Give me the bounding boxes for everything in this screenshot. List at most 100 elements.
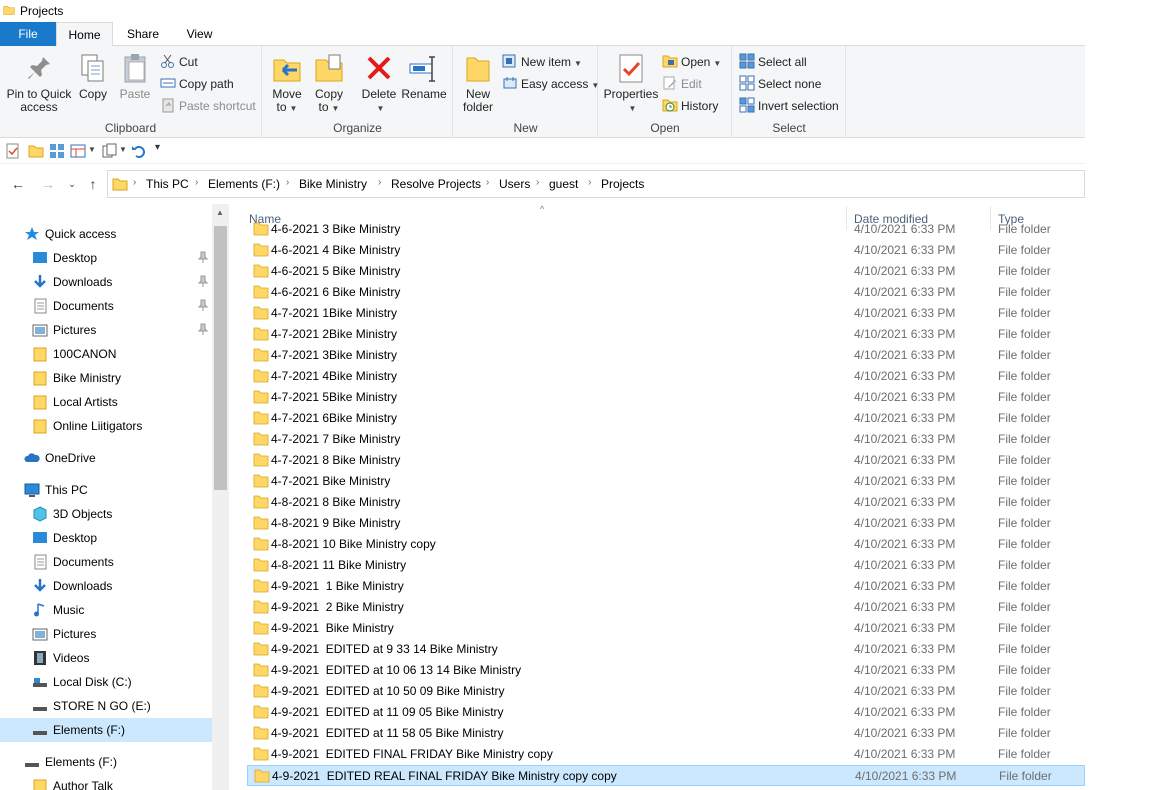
table-row[interactable]: 4-9-2021 EDITED at 9 33 14 Bike Ministry…: [247, 639, 1085, 660]
table-row[interactable]: 4-9-2021 EDITED at 11 58 05 Bike Ministr…: [247, 723, 1085, 744]
nav-elements-root[interactable]: Elements (F:): [0, 750, 212, 774]
table-row[interactable]: 4-7-2021 4Bike Ministry 4/10/2021 6:33 PM…: [247, 366, 1085, 387]
cut-button[interactable]: Cut: [160, 52, 198, 72]
nav-quick-access[interactable]: Quick access: [0, 222, 212, 246]
nav-pc-desktop[interactable]: Desktop: [0, 526, 212, 550]
nav-quick-documents[interactable]: Documents: [0, 294, 212, 318]
table-row[interactable]: 4-9-2021 2 Bike Ministry 4/10/2021 6:33 P…: [247, 597, 1085, 618]
undo-icon[interactable]: [131, 143, 147, 159]
tab-view[interactable]: View: [172, 22, 227, 46]
nav-quick-local-artists[interactable]: Local Artists: [0, 390, 212, 414]
nav-elements-author-talk[interactable]: Author Talk: [0, 774, 212, 790]
address-bar[interactable]: › This PC › Elements (F:) › Bike Ministr…: [107, 170, 1085, 198]
breadcrumb-separator-icon[interactable]: ›: [536, 177, 539, 188]
copy-path-button[interactable]: Copy path: [160, 74, 234, 94]
nav-quick-pictures[interactable]: Pictures: [0, 318, 212, 342]
pin-icon[interactable]: [198, 299, 208, 311]
table-row[interactable]: 4-7-2021 2Bike Ministry 4/10/2021 6:33 PM…: [247, 324, 1085, 345]
select-none-button[interactable]: Select none: [739, 74, 821, 94]
easy-access-button[interactable]: Easy access ▼: [502, 74, 599, 94]
table-row[interactable]: 4-9-2021 EDITED at 11 09 05 Bike Ministr…: [247, 702, 1085, 723]
nav-quick-online-litigators[interactable]: Online Liitigators: [0, 414, 212, 438]
table-row[interactable]: 4-7-2021 8 Bike Ministry 4/10/2021 6:33 P…: [247, 450, 1085, 471]
breadcrumb-this-pc[interactable]: This PC: [146, 177, 189, 191]
new-folder-icon[interactable]: [28, 143, 44, 159]
select-all-button[interactable]: Select all: [739, 52, 807, 72]
table-row[interactable]: 4-9-2021 1 Bike Ministry 4/10/2021 6:33 P…: [247, 576, 1085, 597]
breadcrumb-projects[interactable]: Projects: [601, 177, 644, 191]
tab-share[interactable]: Share: [115, 22, 171, 46]
layout-icon[interactable]: [70, 143, 86, 159]
copy-to-icon[interactable]: [102, 143, 118, 159]
nav-pc-elements[interactable]: Elements (F:): [0, 718, 212, 742]
paste-button[interactable]: Paste: [116, 52, 154, 101]
nav-quick-desktop[interactable]: Desktop: [0, 246, 212, 270]
breadcrumb-guest[interactable]: guest: [549, 177, 578, 191]
nav-pc-store-n-go[interactable]: STORE N GO (E:): [0, 694, 212, 718]
nav-pc-downloads[interactable]: Downloads: [0, 574, 212, 598]
breadcrumb-elements[interactable]: Elements (F:): [208, 177, 280, 191]
nav-onedrive[interactable]: OneDrive: [0, 446, 212, 470]
copy-button[interactable]: Copy: [76, 52, 110, 101]
chevron-down-icon[interactable]: ▼: [88, 145, 96, 154]
breadcrumb-bike-ministry[interactable]: Bike Ministry: [299, 177, 367, 191]
table-row[interactable]: 4-7-2021 5Bike Ministry 4/10/2021 6:33 PM…: [247, 387, 1085, 408]
customize-toolbar-icon[interactable]: ▾: [155, 142, 160, 153]
table-row[interactable]: 4-8-2021 8 Bike Ministry 4/10/2021 6:33 P…: [247, 492, 1085, 513]
open-button[interactable]: Open ▼: [662, 52, 721, 72]
breadcrumb-separator-icon[interactable]: ›: [286, 177, 289, 188]
nav-quick-bike-ministry[interactable]: Bike Ministry: [0, 366, 212, 390]
table-row[interactable]: 4-7-2021 7 Bike Ministry 4/10/2021 6:33 P…: [247, 429, 1085, 450]
table-row[interactable]: 4-8-2021 11 Bike Ministry 4/10/2021 6:33 …: [247, 555, 1085, 576]
breadcrumb-separator-icon[interactable]: ›: [486, 177, 489, 188]
scrollbar-thumb[interactable]: [214, 226, 227, 490]
nav-quick-downloads[interactable]: Downloads: [0, 270, 212, 294]
pin-icon[interactable]: [198, 251, 208, 263]
table-row[interactable]: 4-6-2021 5 Bike Ministry 4/10/2021 6:33 P…: [247, 261, 1085, 282]
chevron-down-icon[interactable]: ▼: [119, 145, 127, 154]
table-row[interactable]: 4-9-2021 EDITED FINAL FRIDAY Bike Minist…: [247, 744, 1085, 765]
table-row[interactable]: 4-7-2021 3Bike Ministry 4/10/2021 6:33 PM…: [247, 345, 1085, 366]
delete-button[interactable]: Delete ▼: [359, 52, 399, 115]
table-row[interactable]: 4-8-2021 10 Bike Ministry copy 4/10/2021 …: [247, 534, 1085, 555]
nav-quick-100canon[interactable]: 100CANON: [0, 342, 212, 366]
table-row[interactable]: 4-7-2021 Bike Ministry 4/10/2021 6:33 PM F…: [247, 471, 1085, 492]
table-row[interactable]: 4-8-2021 9 Bike Ministry 4/10/2021 6:33 P…: [247, 513, 1085, 534]
nav-pc-3d-objects[interactable]: 3D Objects: [0, 502, 212, 526]
recent-locations-icon[interactable]: ⌄: [62, 174, 82, 194]
forward-arrow-icon[interactable]: →: [38, 174, 58, 194]
pin-to-quick-access-button[interactable]: Pin to Quick access: [4, 52, 74, 114]
new-item-button[interactable]: New item ▼: [502, 52, 582, 72]
tab-home[interactable]: Home: [56, 22, 113, 47]
pin-icon[interactable]: [198, 323, 208, 335]
nav-pc-pictures[interactable]: Pictures: [0, 622, 212, 646]
invert-selection-button[interactable]: Invert selection: [739, 96, 839, 116]
up-arrow-icon[interactable]: ↑: [83, 174, 103, 194]
breadcrumb-separator-icon[interactable]: ›: [378, 177, 381, 188]
select-all-icon[interactable]: [49, 143, 65, 159]
nav-this-pc[interactable]: This PC: [0, 478, 212, 502]
table-row[interactable]: 4-9-2021 Bike Ministry 4/10/2021 6:33 PM F…: [247, 618, 1085, 639]
table-row[interactable]: 4-9-2021 EDITED at 10 50 09 Bike Ministr…: [247, 681, 1085, 702]
rename-button[interactable]: Rename: [401, 52, 447, 101]
scroll-up-icon[interactable]: ▲: [216, 208, 224, 217]
back-arrow-icon[interactable]: ←: [8, 174, 28, 194]
pin-icon[interactable]: [198, 275, 208, 287]
table-row[interactable]: 4-7-2021 1Bike Ministry 4/10/2021 6:33 PM…: [247, 303, 1085, 324]
copy-to-button[interactable]: Copy to ▼: [311, 52, 347, 115]
nav-pc-documents[interactable]: Documents: [0, 550, 212, 574]
properties-check-icon[interactable]: [5, 143, 21, 159]
history-button[interactable]: History: [662, 96, 718, 116]
paste-shortcut-button[interactable]: Paste shortcut: [160, 96, 256, 116]
breadcrumb-resolve-projects[interactable]: Resolve Projects: [391, 177, 481, 191]
properties-button[interactable]: Properties ▼: [603, 52, 659, 115]
table-row[interactable]: 4-6-2021 3 Bike Ministry 4/10/2021 6:33 P…: [247, 219, 1085, 240]
breadcrumb-separator-icon[interactable]: ›: [588, 177, 591, 188]
nav-pc-videos[interactable]: Videos: [0, 646, 212, 670]
breadcrumb-separator-icon[interactable]: ›: [133, 177, 136, 188]
nav-pc-local-disk[interactable]: Local Disk (C:): [0, 670, 212, 694]
tab-file[interactable]: File: [0, 22, 56, 46]
table-row[interactable]: 4-6-2021 4 Bike Ministry 4/10/2021 6:33 P…: [247, 240, 1085, 261]
new-folder-button[interactable]: New folder: [460, 52, 496, 114]
navigation-scrollbar[interactable]: ▲: [212, 204, 229, 790]
